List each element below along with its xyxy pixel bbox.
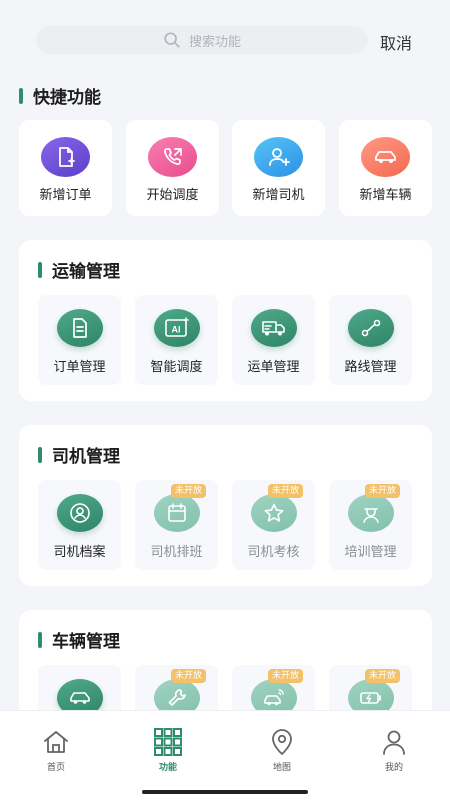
tile-label: 路线管理 [344,360,397,375]
tile-label: 智能调度 [150,360,203,375]
person-icon [383,730,405,755]
tab-mine[interactable]: 我的 [364,727,424,773]
star-icon [251,494,297,532]
section-title-text: 运输管理 [52,262,120,282]
section-title-text: 车辆管理 [52,632,120,652]
quick-item-label: 新增司机 [252,188,305,203]
tile-label: 培训管理 [344,545,397,560]
cancel-button[interactable]: 取消 [380,30,412,54]
section-title-transport: 运输管理 [38,257,120,282]
tile-label: 司机考核 [247,545,300,560]
add-driver-icon [254,137,303,177]
truck-icon [251,309,297,347]
section-title-driver: 司机管理 [38,442,120,467]
tile-label: 司机档案 [53,545,106,560]
panel-transport: 运输管理 订单管理 AI 智能调度 运单管理 路线管理 [19,240,432,401]
not-open-badge: 未开放 [171,669,207,683]
section-title-quick: 快捷功能 [19,83,101,108]
section-accent-bar [38,446,42,463]
search-input[interactable]: 搜索功能 [36,26,368,54]
tile-driver-profile[interactable]: 司机档案 [38,480,121,570]
tab-label: 我的 [384,763,403,773]
tile-waybill-management[interactable]: 运单管理 [232,295,315,385]
tile-smart-dispatch[interactable]: AI 智能调度 [135,295,218,385]
quick-item-label: 新增订单 [39,188,92,203]
quick-item-add-driver[interactable]: 新增司机 [232,120,325,216]
trainer-icon [348,494,394,532]
not-open-badge: 未开放 [365,484,401,498]
quick-item-add-vehicle[interactable]: 新增车辆 [339,120,432,216]
route-icon [348,309,394,347]
not-open-badge: 未开放 [171,484,207,498]
home-icon [44,731,68,753]
tab-functions[interactable]: 功能 [138,727,198,773]
quick-item-new-order[interactable]: 新增订单 [19,120,112,216]
quick-item-label: 开始调度 [146,188,199,203]
panel-driver: 司机管理 司机档案 未开放 司机排班 未开放 司机考核 未开放 培训管理 [19,425,432,586]
not-open-badge: 未开放 [365,669,401,683]
not-open-badge: 未开放 [268,669,304,683]
search-icon [164,32,180,48]
tab-label: 功能 [158,763,177,773]
tile-order-management[interactable]: 订单管理 [38,295,121,385]
section-title-vehicle: 车辆管理 [38,627,120,652]
map-pin-icon [272,729,292,755]
phone-icon [148,137,197,177]
tab-home[interactable]: 首页 [26,727,86,773]
tile-route-management[interactable]: 路线管理 [329,295,412,385]
section-accent-bar [38,261,42,278]
not-open-badge: 未开放 [268,484,304,498]
section-accent-bar [38,631,42,648]
search-placeholder: 搜索功能 [188,34,241,50]
quick-item-label: 新增车辆 [359,188,412,203]
section-accent-bar [19,87,23,104]
tile-label: 司机排班 [150,545,203,560]
bottom-tab-bar: 首页 功能 地图 我的 [0,710,450,800]
calendar-icon [154,494,200,532]
home-indicator [142,790,308,794]
tile-driver-assessment[interactable]: 未开放 司机考核 [232,480,315,570]
tile-label: 订单管理 [53,360,106,375]
tile-label: 运单管理 [247,360,300,375]
section-title-text: 快捷功能 [33,88,101,108]
section-title-text: 司机管理 [52,447,120,467]
document-icon [57,309,103,347]
tab-label: 首页 [46,763,65,773]
tile-training-management[interactable]: 未开放 培训管理 [329,480,412,570]
car-icon [361,137,410,177]
svg-text:AI: AI [172,325,181,335]
tab-label: 地图 [272,763,291,773]
tab-map[interactable]: 地图 [252,727,312,773]
quick-item-start-dispatch[interactable]: 开始调度 [126,120,219,216]
tile-driver-schedule[interactable]: 未开放 司机排班 [135,480,218,570]
user-profile-icon [57,494,103,532]
grid-icon [154,728,182,756]
ai-icon: AI [154,309,200,347]
new-order-icon [41,137,90,177]
top-bar: 搜索功能 取消 [0,0,450,64]
